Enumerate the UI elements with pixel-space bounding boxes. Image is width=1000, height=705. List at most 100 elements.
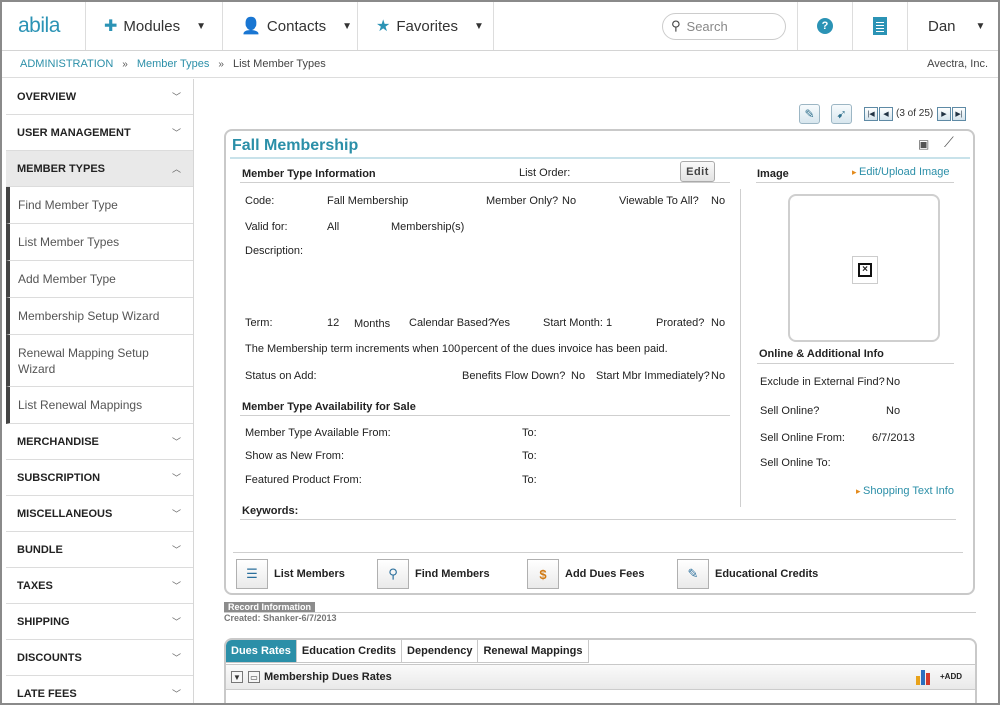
prorated-label: Prorated? [656,317,705,329]
tab-education-credits[interactable]: Education Credits [296,640,403,663]
user-menu[interactable]: Dan ▼ [908,2,998,50]
tab-renewal-mappings[interactable]: Renewal Mappings [478,640,589,663]
sell-online-value: No [886,405,901,417]
list-members-button[interactable]: ☰ List Members [236,558,345,590]
increment-text-end: percent of the dues invoice has been pai… [461,343,668,355]
list-members-icon: ☰ [236,559,268,589]
abila-logo[interactable]: abila [2,2,86,50]
increment-text: The Membership term increments when 100 [245,343,461,355]
search-icon: ⚲ [671,18,681,33]
favorites-label: Favorites [396,17,459,35]
educational-credits-button[interactable]: ✎ Educational Credits [677,558,818,590]
section-label: USER MANAGEMENT [17,126,131,139]
breadcrumb-member-types[interactable]: Member Types [137,58,210,70]
sidebar-item-find-member-type[interactable]: Find Member Type [6,187,193,224]
list-members-label: List Members [274,568,345,580]
sidebar-item-list-member-types[interactable]: List Member Types [6,224,193,261]
edit-upload-image-link[interactable]: Edit/Upload Image [852,166,950,178]
expand-toggle-icon[interactable]: ▼ [231,671,243,683]
sidebar-section-user-management[interactable]: USER MANAGEMENT ﹀ [6,115,193,151]
sidebar-item-add-member-type[interactable]: Add Member Type [6,261,193,298]
organization-button[interactable] [853,2,908,50]
chevron-down-icon: ﹀ [171,128,181,138]
caret-down-icon: ▼ [474,20,484,32]
help-button[interactable]: ? [798,2,853,50]
page-title: Fall Membership [232,137,359,154]
chart-bars-icon[interactable] [916,668,934,685]
modules-menu[interactable]: ✚ Modules ▼ [86,2,223,50]
section-label: TAXES [17,579,53,592]
tab-bar: Dues Rates Education Credits Dependency … [226,640,589,664]
sidebar-item-list-renewal-mappings[interactable]: List Renewal Mappings [6,387,193,424]
sell-online-from-label: Sell Online From: [760,432,845,444]
tab-dependency[interactable]: Dependency [402,640,479,663]
breadcrumb-administration[interactable]: ADMINISTRATION [20,58,113,70]
prev-page-icon[interactable]: ◀ [879,107,893,121]
question-circle-icon: ? [817,18,833,34]
search-input[interactable]: ⚲ Search [662,12,786,40]
magic-wand-icon[interactable]: ⟋ [944,134,954,151]
tab-dues-rates[interactable]: Dues Rates [226,640,297,663]
top-navigation: abila ✚ Modules ▼ 👤 Contacts ▼ ★ Favorit… [2,2,998,51]
section-label: OVERVIEW [17,90,77,103]
description-label: Description: [245,245,304,257]
sidebar-section-discounts[interactable]: DISCOUNTS ﹀ [6,640,193,676]
benefits-flow-label: Benefits Flow Down? [462,370,566,382]
sidebar-section-subscription[interactable]: SUBSCRIPTION ﹀ [6,460,193,496]
caret-down-icon: ▼ [975,20,986,32]
image-frame: × [788,194,940,342]
first-page-icon[interactable]: |◀ [864,107,878,121]
add-button[interactable]: +ADD [940,672,962,681]
sidebar-section-merchandise[interactable]: MERCHANDISE ﹀ [6,424,193,460]
sidebar-section-taxes[interactable]: TAXES ﹀ [6,568,193,604]
image-header: Image [757,168,789,180]
online-header: Online & Additional Info [759,348,884,360]
find-members-button[interactable]: ⚲ Find Members [377,558,490,590]
pager-text: (3 of 25) [896,108,934,119]
chevron-up-icon: ︿ [171,164,181,174]
sidebar-section-late-fees[interactable]: LATE FEES ﹀ [6,676,193,703]
favorites-menu[interactable]: ★ Favorites ▼ [358,2,494,50]
sidebar-section-overview[interactable]: OVERVIEW ﹀ [6,79,193,115]
sidebar-item-membership-setup-wizard[interactable]: Membership Setup Wizard [6,298,193,335]
show-new-to-label: To: [522,450,537,462]
grid-options-icon[interactable]: ▭ [248,671,260,683]
sidebar-section-member-types[interactable]: MEMBER TYPES ︿ [6,151,193,187]
available-to-label: To: [522,427,537,439]
modules-label: Modules [123,17,181,35]
education-icon: ✎ [677,559,709,589]
edit-button[interactable]: Edit [680,161,715,182]
id-card-icon[interactable]: ▣ [918,137,929,151]
valid-for-label: Valid for: [245,221,288,233]
cursor-select-icon[interactable]: ➹ [831,104,852,124]
grid-title: Membership Dues Rates [264,671,392,683]
next-page-icon[interactable]: ▶ [937,107,951,121]
actions-divider [233,552,963,553]
caret-down-icon: ▼ [342,20,353,32]
benefits-flow-value: No [571,370,586,382]
start-mbr-value: No [711,370,726,382]
sidebar-section-miscellaneous[interactable]: MISCELLANEOUS ﹀ [6,496,193,532]
sidebar-section-shipping[interactable]: SHIPPING ﹀ [6,604,193,640]
sidebar-section-bundle[interactable]: BUNDLE ﹀ [6,532,193,568]
title-divider [230,157,970,159]
prorated-value: No [711,317,726,329]
contacts-menu[interactable]: 👤 Contacts ▼ [223,2,358,50]
member-only-label: Member Only? [486,195,559,207]
pencil-edit-icon[interactable]: ✎ [799,104,820,124]
keywords-label: Keywords: [242,505,299,517]
sidebar-item-renewal-mapping-wizard[interactable]: Renewal Mapping Setup Wizard [6,335,193,387]
add-dues-fees-button[interactable]: $ Add Dues Fees [527,558,644,590]
last-page-icon[interactable]: ▶| [952,107,966,121]
shopping-text-info-link[interactable]: Shopping Text Info [856,485,954,497]
section-label: MEMBER TYPES [17,162,106,175]
calendar-based-value: Yes [492,317,510,329]
add-dues-icon: $ [527,559,559,589]
term-label: Term: [245,317,273,329]
list-order-label: List Order: [519,167,571,179]
availability-header: Member Type Availability for Sale [242,401,416,413]
related-tabs-panel: Dues Rates Education Credits Dependency … [224,638,977,703]
chevron-down-icon: ﹀ [171,509,181,519]
section-label: SHIPPING [17,615,70,628]
